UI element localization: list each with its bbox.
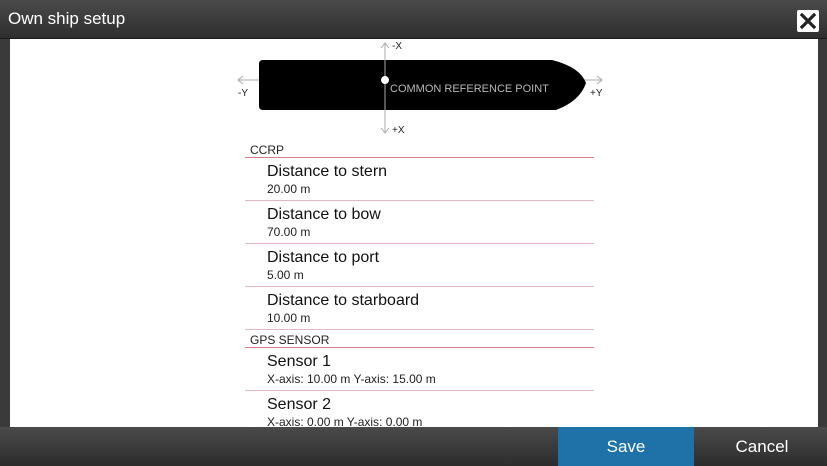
item-title: Distance to bow <box>267 206 381 223</box>
distance-to-stern-item[interactable]: Distance to stern 20.00 m <box>245 158 594 201</box>
item-title: Sensor 1 <box>267 353 332 370</box>
section-header-ccrp: CCRP <box>245 140 594 158</box>
axis-label-neg-x: -X <box>392 41 402 52</box>
section-header-gps-sensor: GPS SENSOR <box>245 330 594 348</box>
reference-point <box>381 76 389 84</box>
close-button[interactable] <box>797 10 819 32</box>
item-value: X-axis: 0.00 m Y-axis: 0.00 m <box>267 415 423 427</box>
item-title: Distance to port <box>267 249 380 266</box>
settings-list: CCRP Distance to stern 20.00 m Distance … <box>245 140 594 427</box>
close-icon <box>799 12 817 30</box>
item-title: Distance to starboard <box>267 292 420 309</box>
item-value: 70.00 m <box>267 225 311 239</box>
item-value: 5.00 m <box>267 268 304 282</box>
reference-label: COMMON REFERENCE POINT <box>390 83 549 95</box>
sensor-1-item[interactable]: Sensor 1 X-axis: 10.00 m Y-axis: 15.00 m <box>245 348 594 391</box>
item-value: 10.00 m <box>267 311 311 325</box>
item-title: Sensor 2 <box>267 396 332 413</box>
distance-to-starboard-item[interactable]: Distance to starboard 10.00 m <box>245 287 594 330</box>
axis-label-pos-x: +X <box>392 125 405 136</box>
axis-label-neg-y: -Y <box>238 88 248 99</box>
item-title: Distance to stern <box>267 163 388 180</box>
item-value: 20.00 m <box>267 182 311 196</box>
distance-to-bow-item[interactable]: Distance to bow 70.00 m <box>245 201 594 244</box>
distance-to-port-item[interactable]: Distance to port 5.00 m <box>245 244 594 287</box>
item-value: X-axis: 10.00 m Y-axis: 15.00 m <box>267 372 436 386</box>
save-button[interactable]: Save <box>558 427 694 466</box>
dialog-content: COMMON REFERENCE POINT -X +X -Y +Y CCRP … <box>10 39 818 427</box>
sensor-2-item[interactable]: Sensor 2 X-axis: 0.00 m Y-axis: 0.00 m <box>245 391 594 427</box>
title-bar: Own ship setup <box>0 0 827 39</box>
cancel-button[interactable]: Cancel <box>694 427 827 466</box>
button-bar: Save Cancel <box>0 427 827 466</box>
axis-label-pos-y: +Y <box>590 88 603 99</box>
dialog-title: Own ship setup <box>8 9 126 28</box>
ship-diagram: COMMON REFERENCE POINT -X +X -Y +Y <box>237 41 603 136</box>
